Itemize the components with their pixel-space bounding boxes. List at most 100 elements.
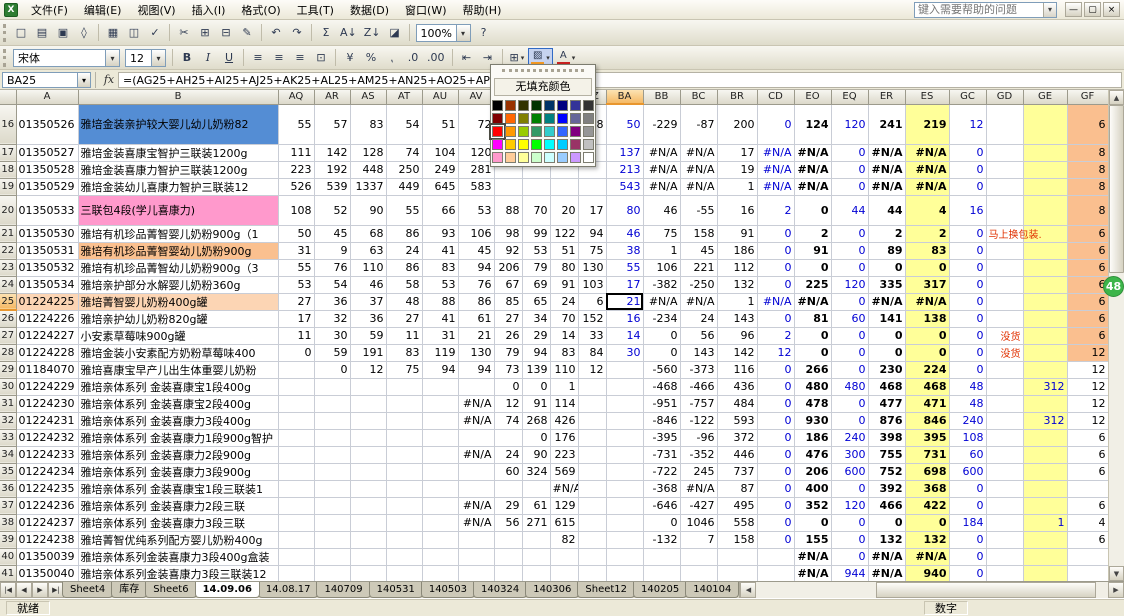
cell-EQ28[interactable]: 0 — [831, 344, 868, 361]
cell-BB27[interactable]: 0 — [643, 327, 680, 344]
chevron-down-icon[interactable]: ▾ — [546, 54, 550, 62]
cell-AT33[interactable] — [386, 429, 422, 446]
cell-GF21[interactable]: 6 — [1067, 225, 1108, 242]
cell-AQ36[interactable] — [278, 480, 314, 497]
cell-BC32[interactable]: -122 — [680, 412, 717, 429]
cell-CD25[interactable]: #N/A — [757, 293, 794, 310]
cell-AR16[interactable]: 57 — [314, 104, 350, 144]
cell-AW30[interactable]: 0 — [494, 378, 522, 395]
cell-AR24[interactable]: 54 — [314, 276, 350, 293]
cell-BB23[interactable]: 106 — [643, 259, 680, 276]
color-swatch-808000[interactable] — [518, 113, 529, 124]
cell-AY25[interactable]: 24 — [550, 293, 578, 310]
cell-CD40[interactable] — [757, 548, 794, 565]
column-header-AT[interactable]: AT — [386, 90, 422, 104]
bold-button[interactable]: B — [177, 48, 197, 67]
row-header-35[interactable]: 35 — [0, 463, 16, 480]
cell-A20[interactable]: 01350533 — [16, 195, 78, 225]
cell-B20[interactable]: 三联包4段(学儿喜康力) — [78, 195, 278, 225]
cell-EO35[interactable]: 206 — [794, 463, 831, 480]
cell-BR27[interactable]: 96 — [717, 327, 757, 344]
decrease-decimal-button[interactable]: .00 — [424, 48, 448, 67]
row-header-16[interactable]: 16 — [0, 104, 16, 144]
palette-drag-handle[interactable] — [502, 69, 584, 74]
cell-EO39[interactable]: 155 — [794, 531, 831, 548]
cell-A34[interactable]: 01224233 — [16, 446, 78, 463]
sheet-nav-button-0[interactable]: |◀ — [0, 582, 16, 598]
cell-AV26[interactable]: 61 — [458, 310, 494, 327]
cell-AY31[interactable]: 114 — [550, 395, 578, 412]
cell-AQ38[interactable] — [278, 514, 314, 531]
cell-GD22[interactable] — [986, 242, 1023, 259]
formula-input[interactable]: =(AG25+AH25+AI25+AJ25+AK25+AL25+AM25+AN2… — [118, 72, 1122, 88]
cell-AT19[interactable]: 449 — [386, 178, 422, 195]
cell-AT27[interactable]: 11 — [386, 327, 422, 344]
cell-ES24[interactable]: 317 — [905, 276, 949, 293]
cell-BR26[interactable]: 143 — [717, 310, 757, 327]
cell-B25[interactable]: 雅培菁智婴儿奶粉400g罐 — [78, 293, 278, 310]
cell-AX23[interactable]: 79 — [522, 259, 550, 276]
cell-GF40[interactable] — [1067, 548, 1108, 565]
row-header-19[interactable]: 19 — [0, 178, 16, 195]
cell-AX28[interactable]: 94 — [522, 344, 550, 361]
cell-GF31[interactable]: 12 — [1067, 395, 1108, 412]
cell-B26[interactable]: 雅培亲护幼儿奶粉820g罐 — [78, 310, 278, 327]
cell-BR38[interactable]: 558 — [717, 514, 757, 531]
undo-icon[interactable]: ↶ — [266, 23, 286, 42]
cell-AS34[interactable] — [350, 446, 386, 463]
cell-ES21[interactable]: 2 — [905, 225, 949, 242]
cell-CD35[interactable]: 0 — [757, 463, 794, 480]
color-swatch-99CC00[interactable] — [518, 126, 529, 137]
cell-BC26[interactable]: 24 — [680, 310, 717, 327]
cell-ES28[interactable]: 0 — [905, 344, 949, 361]
cell-ER29[interactable]: 230 — [868, 361, 905, 378]
cell-AV39[interactable] — [458, 531, 494, 548]
cell-AQ25[interactable]: 27 — [278, 293, 314, 310]
cell-AV37[interactable]: #N/A — [458, 497, 494, 514]
cell-AR21[interactable]: 45 — [314, 225, 350, 242]
cell-BR29[interactable]: 116 — [717, 361, 757, 378]
cell-EQ40[interactable]: 0 — [831, 548, 868, 565]
cell-AV33[interactable] — [458, 429, 494, 446]
cell-EQ19[interactable]: 0 — [831, 178, 868, 195]
column-header-BA[interactable]: BA — [606, 90, 643, 104]
cell-GD35[interactable] — [986, 463, 1023, 480]
cell-BR32[interactable]: 593 — [717, 412, 757, 429]
cell-AQ39[interactable] — [278, 531, 314, 548]
cell-GD25[interactable] — [986, 293, 1023, 310]
cell-GE37[interactable] — [1023, 497, 1067, 514]
cell-BR39[interactable]: 158 — [717, 531, 757, 548]
cell-BA37[interactable] — [606, 497, 643, 514]
cell-BC40[interactable] — [680, 548, 717, 565]
row-header-41[interactable]: 41 — [0, 565, 16, 581]
cell-AT24[interactable]: 58 — [386, 276, 422, 293]
cell-AU29[interactable]: 94 — [422, 361, 458, 378]
column-header-A[interactable]: A — [16, 90, 78, 104]
cell-CD24[interactable]: 0 — [757, 276, 794, 293]
cell-AX30[interactable]: 0 — [522, 378, 550, 395]
notification-badge[interactable]: 48 — [1103, 276, 1124, 297]
sheet-tab-140324[interactable]: 140324 — [473, 582, 527, 598]
sort-descending-icon[interactable]: Z↓ — [361, 23, 384, 42]
sheet-tab-Sheet4[interactable]: Sheet4 — [62, 582, 113, 598]
cell-GD29[interactable] — [986, 361, 1023, 378]
cell-EO19[interactable]: #N/A — [794, 178, 831, 195]
cell-AR33[interactable] — [314, 429, 350, 446]
cell-AU17[interactable]: 104 — [422, 144, 458, 161]
cell-BA39[interactable] — [606, 531, 643, 548]
cell-BA30[interactable] — [606, 378, 643, 395]
cell-GD26[interactable] — [986, 310, 1023, 327]
cell-AV41[interactable] — [458, 565, 494, 581]
cell-ES17[interactable]: #N/A — [905, 144, 949, 161]
cell-AT37[interactable] — [386, 497, 422, 514]
cell-AY40[interactable] — [550, 548, 578, 565]
cell-AZ20[interactable]: 17 — [578, 195, 606, 225]
cell-EQ16[interactable]: 120 — [831, 104, 868, 144]
cell-BA24[interactable]: 17 — [606, 276, 643, 293]
cell-AY32[interactable]: 426 — [550, 412, 578, 429]
cell-CD20[interactable]: 2 — [757, 195, 794, 225]
cell-AW31[interactable]: 12 — [494, 395, 522, 412]
chevron-down-icon[interactable]: ▾ — [1043, 3, 1056, 17]
cell-ES23[interactable]: 0 — [905, 259, 949, 276]
cell-GF34[interactable]: 6 — [1067, 446, 1108, 463]
